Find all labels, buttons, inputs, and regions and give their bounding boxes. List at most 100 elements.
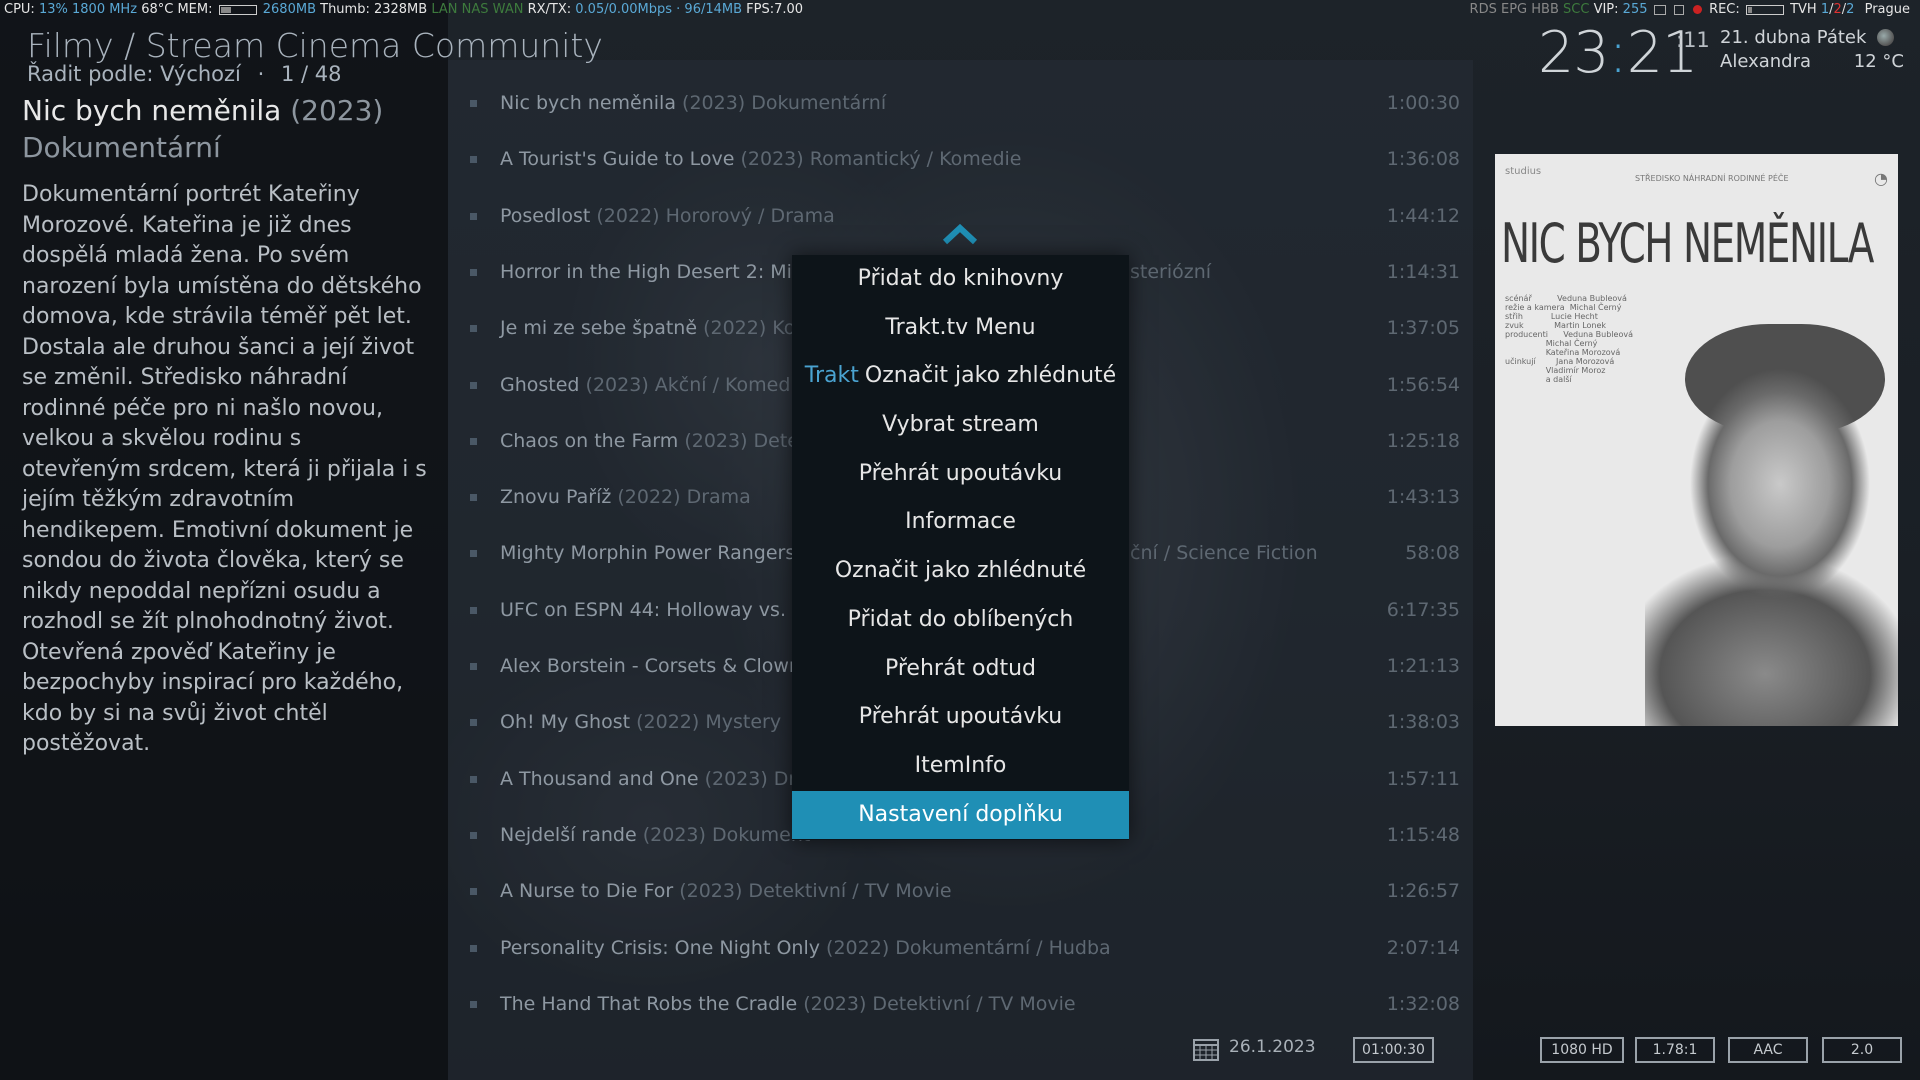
bullet-icon — [470, 268, 477, 276]
list-item-title: Znovu Paříž — [500, 486, 612, 509]
list-item-meta: (2022) Dokumentární / Hudba — [826, 936, 1111, 959]
context-menu-item[interactable]: Označit jako zhlédnuté — [792, 547, 1129, 596]
list-item-duration: 1:26:57 — [1386, 880, 1460, 903]
list-item-label: Alex Borstein - Corsets & Clown — [500, 638, 801, 694]
list-item[interactable]: Personality Crisis: One Night Only (2022… — [470, 920, 1460, 976]
vip-value: 255 — [1622, 2, 1648, 17]
list-item-label: A Nurse to Die For (2023) Detektivní / T… — [500, 863, 952, 919]
cpu-value: 13% — [38, 2, 68, 17]
context-menu-item-label: Vybrat stream — [882, 412, 1039, 438]
bullet-icon — [470, 437, 477, 445]
audio-codec-badge: AAC — [1728, 1037, 1808, 1063]
list-item-duration: 2:07:14 — [1386, 936, 1460, 959]
bullet-icon — [470, 944, 477, 952]
list-item-duration: 1:21:13 — [1386, 655, 1460, 677]
status-bar-right: RDS EPG HBB SCC VIP: 255 REC: TVH 1/2/2 … — [1469, 2, 1910, 17]
context-menu-item-label: Informace — [905, 509, 1016, 535]
rec-label: REC: — [1709, 2, 1740, 17]
context-menu-item[interactable]: ItemInfo — [792, 742, 1129, 791]
location: Prague — [1864, 2, 1910, 17]
scroll-up-icon[interactable] — [942, 223, 978, 245]
bullet-icon — [470, 888, 477, 896]
bullet-icon — [470, 494, 477, 502]
list-item-label: Posedlost (2022) Hororový / Drama — [500, 188, 835, 244]
list-item-meta: (2023) Detektivní / TV Movie — [803, 992, 1076, 1015]
list-item-title: Chaos on the Farm — [500, 429, 679, 452]
record-icon — [1692, 5, 1702, 14]
list-item-label: A Thousand and One (2023) Dra — [500, 751, 808, 807]
context-menu-item-label: Trakt.tv Menu — [885, 314, 1036, 340]
scc-indicator: SCC — [1563, 2, 1590, 17]
list-item-duration: 1:38:03 — [1386, 711, 1460, 734]
list-item-meta: (2023) Dokumentární — [682, 92, 887, 114]
list-item-title: A Thousand and One — [500, 767, 699, 790]
poster-title: NIC BYCH NEMĚNILA — [1501, 212, 1874, 275]
audio-channels-badge: 2.0 — [1822, 1037, 1902, 1063]
selected-title: Nic bych neměnila (2023) Dokumentární — [22, 92, 422, 166]
plot-text: Dokumentární portrét Kateřiny Morozové. … — [22, 182, 427, 756]
date-text: 21. dubna Pátek — [1720, 27, 1867, 48]
list-item-label: Personality Crisis: One Night Only (2022… — [500, 920, 1111, 976]
rec-bar-icon — [1745, 4, 1784, 15]
context-menu-item[interactable]: Přehrát upoutávku — [792, 693, 1129, 742]
context-menu-item[interactable]: Přidat do oblíbených — [792, 596, 1129, 645]
list-item-label: Chaos on the Farm (2023) Detek — [500, 413, 810, 469]
list-item[interactable]: A Tourist's Guide to Love (2023) Romanti… — [470, 131, 1460, 187]
list-item-title: Oh! My Ghost — [500, 711, 631, 734]
poster-logo-right-icon: ◔ — [1874, 169, 1888, 188]
list-item-label: Mighty Morphin Power Rangers — [500, 525, 795, 581]
context-menu-item[interactable]: Informace — [792, 498, 1129, 547]
nameday: Alexandra — [1720, 51, 1812, 72]
list-item-duration: 1:32:08 — [1386, 992, 1460, 1015]
list-item-duration: 1:15:48 — [1386, 823, 1460, 846]
selected-name: Nic bych neměnila — [22, 94, 282, 127]
list-item-title: Personality Crisis: One Night Only — [500, 936, 820, 959]
poster-logo-left: studius — [1505, 166, 1542, 177]
list-item-title: Je mi ze sebe špatně — [500, 317, 698, 340]
context-menu-item[interactable]: Přidat do knihovny — [792, 255, 1129, 304]
list-item-title: A Nurse to Die For — [500, 880, 674, 903]
list-item-duration: 1:36:08 — [1386, 148, 1460, 171]
rxtx-value: 0.05/0.00Mbps · 96/14MB — [575, 2, 743, 17]
list-item-meta: (2022) Drama — [617, 486, 751, 509]
list-item[interactable]: The Hand That Robs the Cradle (2023) Det… — [470, 976, 1460, 1032]
context-menu-item[interactable]: Nastavení doplňku — [792, 790, 1129, 840]
bullet-icon — [470, 831, 477, 839]
list-item[interactable]: A Nurse to Die For (2023) Detektivní / T… — [470, 863, 1460, 919]
context-menu-item[interactable]: Trakt.tv Menu — [792, 304, 1129, 353]
list-item-title: Horror in the High Desert 2: Min — [500, 260, 804, 283]
cpu-label: CPU: — [4, 2, 35, 17]
bullet-icon — [470, 775, 477, 783]
rds-indicator: RDS — [1469, 2, 1497, 17]
bullet-icon — [470, 719, 477, 727]
context-menu-item[interactable]: Vybrat stream — [792, 401, 1129, 450]
list-item-title: Nejdelší rande — [500, 823, 637, 846]
list-item-duration: 1:37:05 — [1386, 317, 1460, 340]
list-item-duration: 58:08 — [1405, 542, 1460, 565]
tvh-b: 2 — [1833, 2, 1842, 17]
list-item-duration: 1:00:30 — [1386, 92, 1460, 114]
clock: 23:21 — [1538, 20, 1698, 86]
poster-child-photo — [1645, 334, 1898, 726]
list-item-duration: 1:43:13 — [1386, 486, 1460, 509]
lan-indicator: LAN — [431, 2, 458, 17]
memory-bar-icon — [218, 4, 257, 15]
context-menu-item[interactable]: Trakt Označit jako zhlédnuté — [792, 352, 1129, 401]
bullet-icon — [470, 212, 477, 220]
list-item-meta: (2023) Detektivní / TV Movie — [679, 880, 952, 903]
list-item-label: Znovu Paříž (2022) Drama — [500, 469, 751, 525]
poster-logo-mid: STŘEDISKO NÁHRADNÍ RODINNÉ PÉČE — [1635, 174, 1789, 183]
temperature: 12 °C — [1853, 51, 1904, 72]
clock-colon: : — [1608, 20, 1628, 86]
list-item[interactable]: Nic bych neměnila (2023) Dokumentární 1:0… — [470, 75, 1460, 131]
selected-genre: Dokumentární — [22, 131, 221, 164]
clock-seconds: :11 — [1676, 28, 1710, 52]
context-menu-item-label: Označit jako zhlédnuté — [864, 363, 1117, 389]
aspect-badge: 1.78:1 — [1635, 1037, 1715, 1063]
context-menu-item[interactable]: Přehrát odtud — [792, 645, 1129, 694]
context-menu-item[interactable]: Přehrát upoutávku — [792, 450, 1129, 499]
list-item-title: A Tourist's Guide to Love — [500, 148, 735, 171]
list-item-duration: 1:57:11 — [1386, 767, 1460, 790]
list-item-label: A Tourist's Guide to Love (2023) Romanti… — [500, 131, 1021, 187]
list-item-label: The Hand That Robs the Cradle (2023) Det… — [500, 976, 1076, 1032]
